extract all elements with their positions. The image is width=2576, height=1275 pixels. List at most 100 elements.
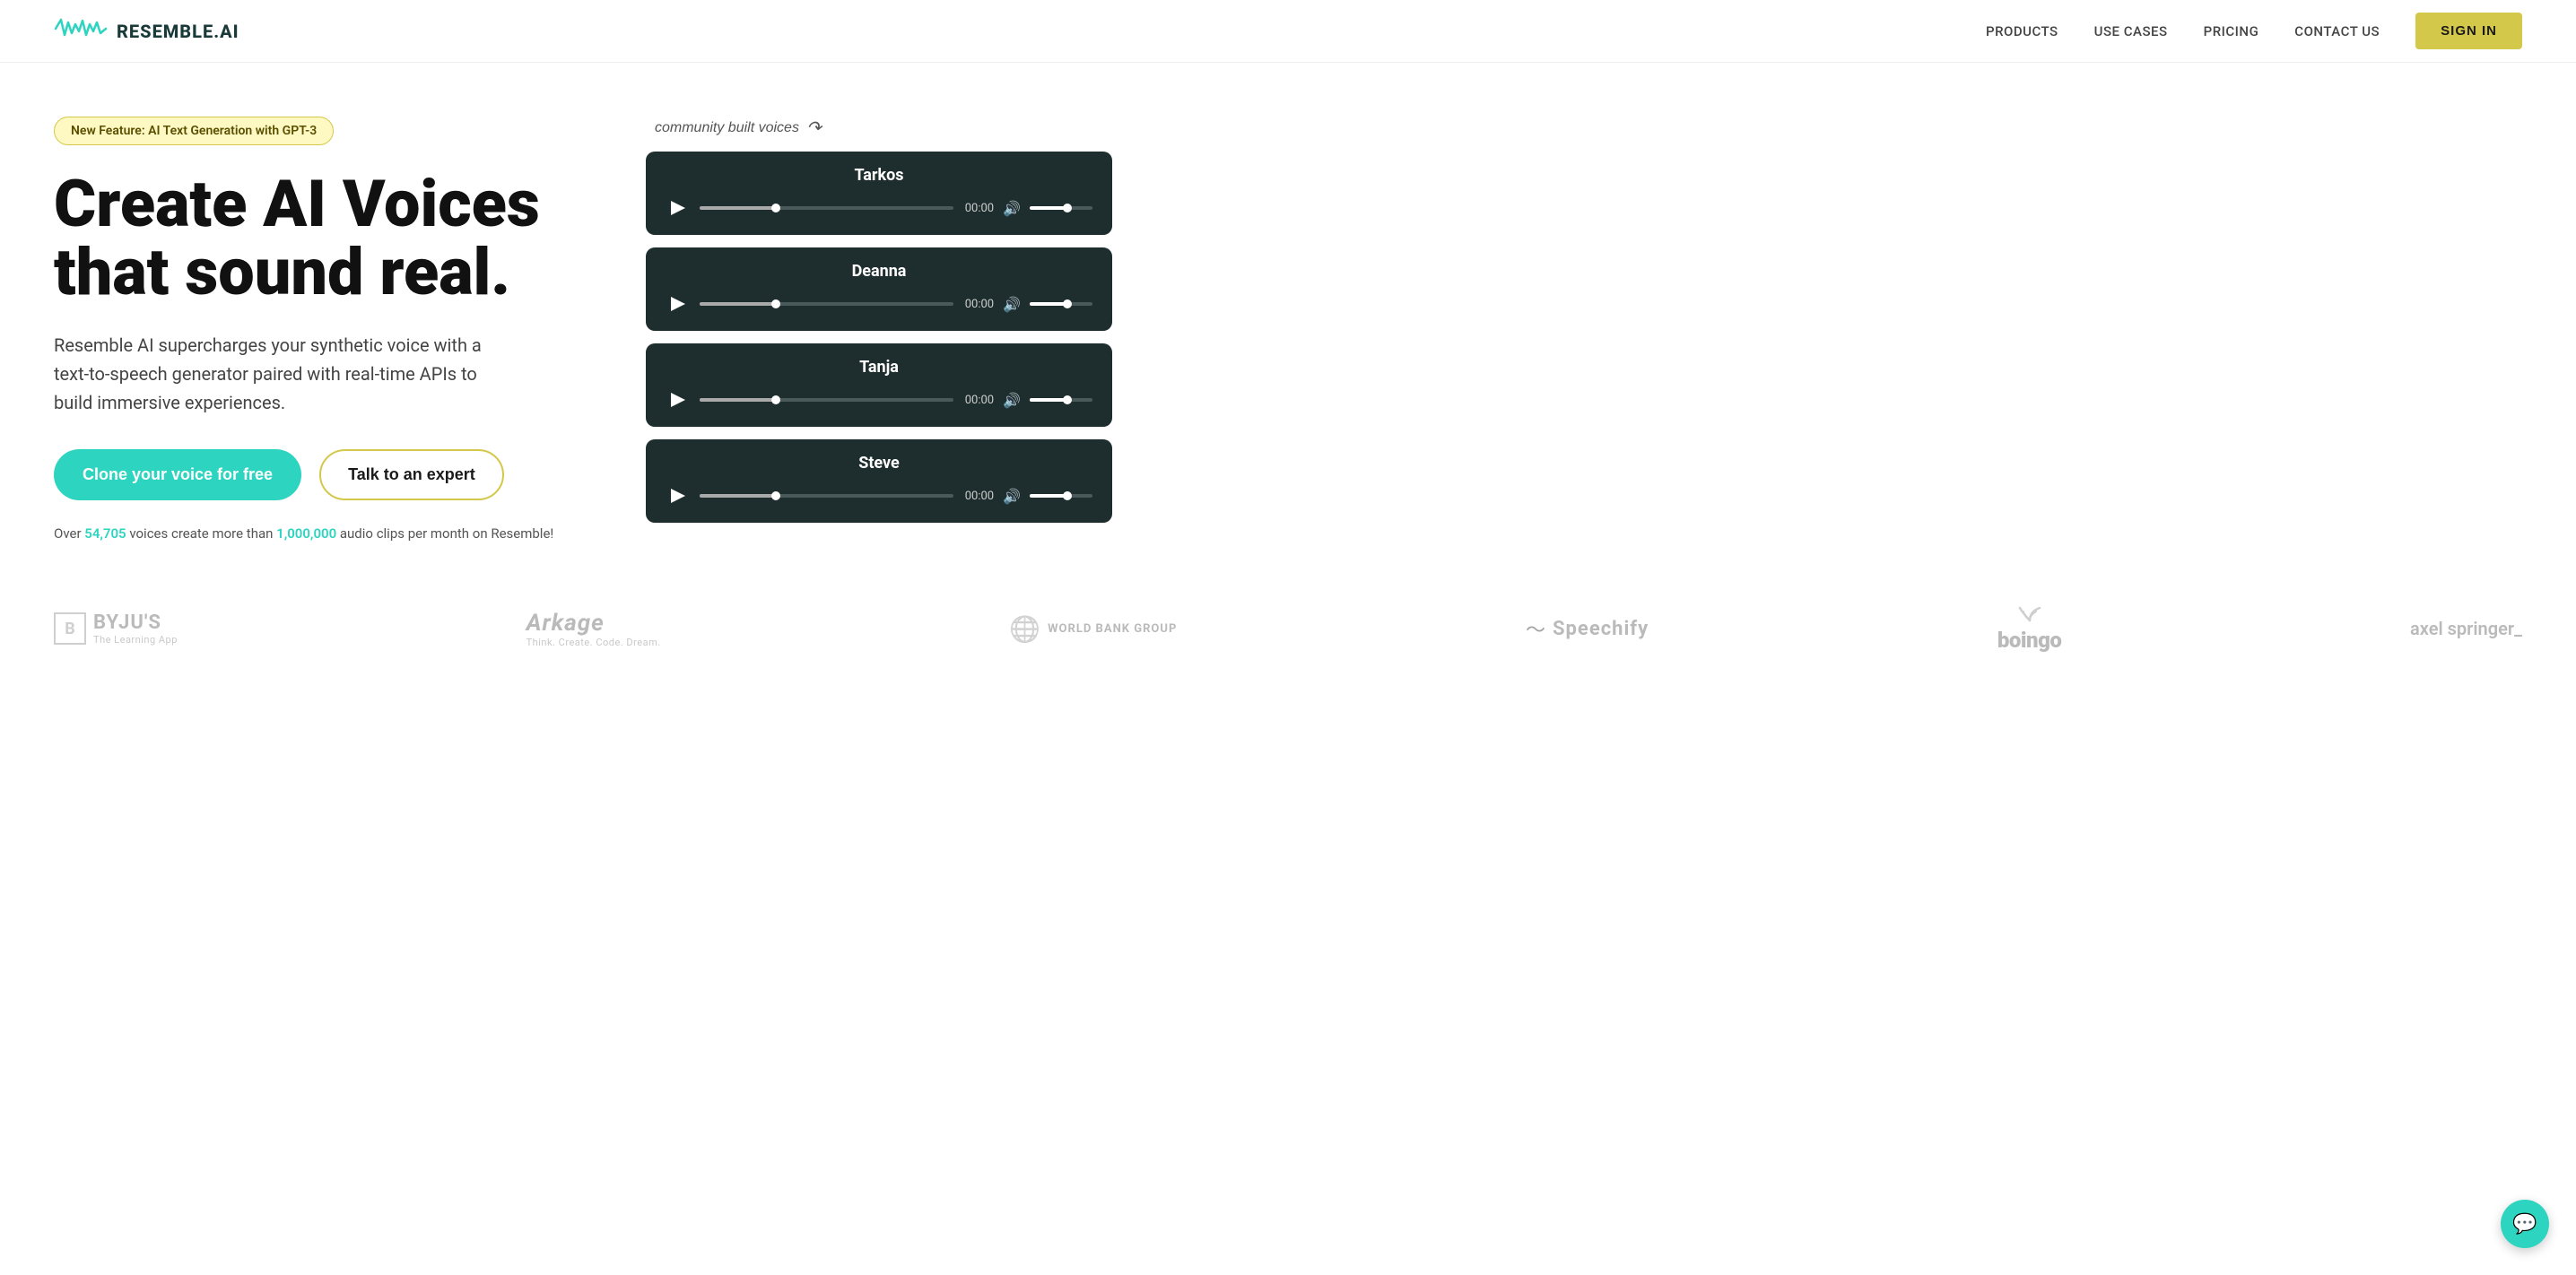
community-label-text: community built voices	[655, 120, 799, 136]
hero-title-line1: Create AI Voices	[54, 166, 540, 242]
time-tanja: 00:00	[962, 394, 994, 407]
stats-pre: Over	[54, 525, 84, 542]
clone-voice-button[interactable]: Clone your voice for free	[54, 449, 301, 500]
hero-right: community built voices ↷ Tarkos 00:00 🔊	[646, 117, 1112, 535]
community-label: community built voices ↷	[655, 117, 1112, 139]
speechify-wave-icon: 〜	[1526, 614, 1545, 643]
sign-in-button[interactable]: SIGN IN	[2415, 13, 2522, 49]
volume-fill-tarkos	[1030, 206, 1067, 210]
progress-fill-deanna	[700, 302, 776, 306]
play-icon-steve	[671, 489, 685, 503]
audio-controls-tarkos: 00:00 🔊	[666, 195, 1092, 221]
audio-controls-steve: 00:00 🔊	[666, 483, 1092, 508]
logo-text: RESEMBLE.AI	[117, 21, 239, 42]
volume-icon-steve[interactable]: 🔊	[1003, 488, 1021, 505]
nav-use-cases[interactable]: USE CASES	[2094, 23, 2168, 39]
play-button-tanja[interactable]	[666, 387, 691, 412]
play-icon-deanna	[671, 297, 685, 311]
logo-byjus: B BYJU'S The Learning App	[54, 611, 178, 646]
volume-dot-steve	[1063, 491, 1072, 500]
feature-badge[interactable]: New Feature: AI Text Generation with GPT…	[54, 117, 334, 145]
play-button-deanna[interactable]	[666, 291, 691, 317]
hero-buttons: Clone your voice for free Talk to an exp…	[54, 449, 592, 500]
worldbank-name: WORLD BANK GROUP	[1048, 622, 1177, 636]
progress-dot-deanna	[771, 299, 780, 308]
progress-bar-deanna[interactable]	[700, 302, 953, 306]
progress-fill-tarkos	[700, 206, 776, 210]
time-steve: 00:00	[962, 490, 994, 503]
speechify-name: Speechify	[1553, 618, 1649, 640]
volume-icon-tarkos[interactable]: 🔊	[1003, 200, 1021, 217]
stats-voices: 54,705	[84, 525, 126, 542]
logo-worldbank: 🌐 WORLD BANK GROUP	[1009, 614, 1177, 644]
play-icon-tarkos	[671, 201, 685, 215]
stats-mid: voices create more than	[126, 525, 277, 542]
stats-text: Over 54,705 voices create more than 1,00…	[54, 525, 592, 542]
voice-name-steve: Steve	[666, 454, 1092, 473]
stats-clips: 1,000,000	[276, 525, 336, 542]
logos-section: B BYJU'S The Learning App Arkage Think. …	[0, 577, 2576, 689]
boingo-name: boingo	[1997, 628, 2061, 653]
boingo-wifi-icon	[1997, 604, 2061, 626]
audio-controls-deanna: 00:00 🔊	[666, 291, 1092, 317]
progress-bar-tarkos[interactable]	[700, 206, 953, 210]
nav-pricing[interactable]: PRICING	[2204, 23, 2259, 39]
volume-dot-deanna	[1063, 299, 1072, 308]
voice-name-tarkos: Tarkos	[666, 166, 1092, 185]
volume-bar-deanna[interactable]	[1030, 302, 1092, 306]
time-deanna: 00:00	[962, 298, 994, 311]
progress-dot-tarkos	[771, 204, 780, 212]
volume-bar-tarkos[interactable]	[1030, 206, 1092, 210]
arkage-name: Arkage	[527, 610, 661, 637]
axelspringer-name: axel springer_	[2410, 618, 2522, 639]
header: RESEMBLE.AI PRODUCTS USE CASES PRICING C…	[0, 0, 2576, 63]
logo-axelspringer: axel springer_	[2410, 618, 2522, 639]
audio-card-tanja: Tanja 00:00 🔊	[646, 343, 1112, 427]
arkage-sub: Think. Create. Code. Dream.	[527, 637, 661, 648]
byjus-name: BYJU'S	[93, 611, 178, 634]
nav-contact-us[interactable]: CONTACT US	[2294, 23, 2380, 39]
nav-products[interactable]: PRODUCTS	[1986, 23, 2058, 39]
volume-fill-steve	[1030, 494, 1067, 498]
play-button-tarkos[interactable]	[666, 195, 691, 221]
community-arrow-icon: ↷	[806, 117, 822, 139]
hero-title: Create AI Voices that sound real.	[54, 170, 592, 306]
hero-left: New Feature: AI Text Generation with GPT…	[54, 117, 592, 542]
audio-card-steve: Steve 00:00 🔊	[646, 439, 1112, 523]
volume-fill-deanna	[1030, 302, 1067, 306]
volume-dot-tanja	[1063, 395, 1072, 404]
logo-arkage: Arkage Think. Create. Code. Dream.	[527, 610, 661, 648]
chat-bubble[interactable]: 💬	[2501, 1200, 2549, 1248]
voice-name-tanja: Tanja	[666, 358, 1092, 377]
hero-title-line2: that sound real.	[54, 234, 510, 310]
progress-bar-steve[interactable]	[700, 494, 953, 498]
volume-dot-tarkos	[1063, 204, 1072, 212]
logo-boingo: boingo	[1997, 604, 2061, 653]
volume-fill-tanja	[1030, 398, 1067, 402]
volume-icon-deanna[interactable]: 🔊	[1003, 296, 1021, 313]
stats-post: audio clips per month on Resemble!	[336, 525, 553, 542]
main-nav: PRODUCTS USE CASES PRICING CONTACT US SI…	[1986, 13, 2522, 49]
volume-bar-steve[interactable]	[1030, 494, 1092, 498]
play-icon-tanja	[671, 393, 685, 407]
chat-icon: 💬	[2512, 1213, 2537, 1236]
progress-fill-steve	[700, 494, 776, 498]
logo-wave-icon	[54, 15, 108, 48]
logo-speechify: 〜 Speechify	[1526, 614, 1649, 643]
audio-controls-tanja: 00:00 🔊	[666, 387, 1092, 412]
worldbank-globe-icon: 🌐	[1009, 614, 1040, 644]
progress-dot-steve	[771, 491, 780, 500]
volume-bar-tanja[interactable]	[1030, 398, 1092, 402]
talk-to-expert-button[interactable]: Talk to an expert	[319, 449, 504, 500]
hero-description: Resemble AI supercharges your synthetic …	[54, 331, 520, 417]
progress-dot-tanja	[771, 395, 780, 404]
time-tarkos: 00:00	[962, 202, 994, 215]
byjus-icon: B	[54, 612, 86, 645]
volume-icon-tanja[interactable]: 🔊	[1003, 392, 1021, 409]
progress-bar-tanja[interactable]	[700, 398, 953, 402]
progress-fill-tanja	[700, 398, 776, 402]
logo[interactable]: RESEMBLE.AI	[54, 15, 239, 48]
play-button-steve[interactable]	[666, 483, 691, 508]
voice-name-deanna: Deanna	[666, 262, 1092, 281]
hero-section: New Feature: AI Text Generation with GPT…	[0, 63, 2576, 577]
